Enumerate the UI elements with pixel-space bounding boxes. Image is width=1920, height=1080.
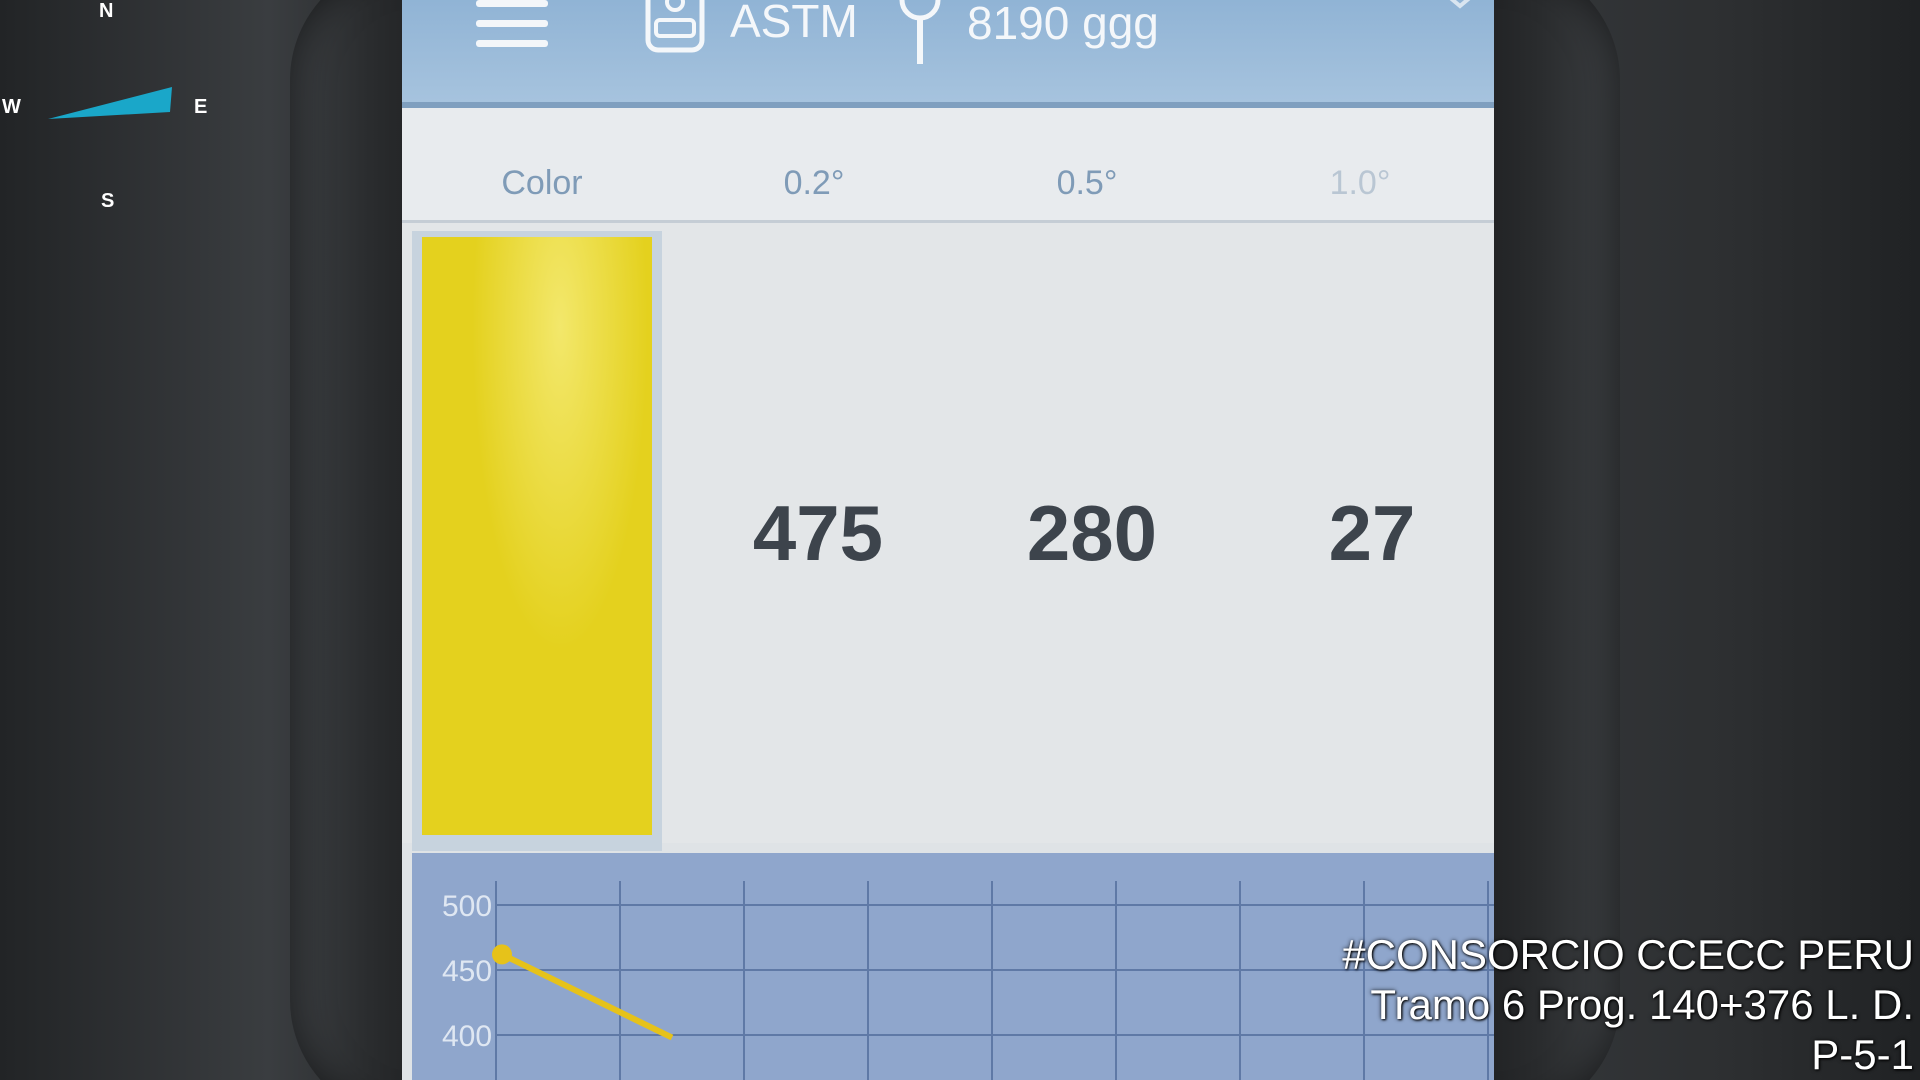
reading-0.5: 280 [1026, 489, 1158, 577]
device-screen: ASTM 8190 ggg Color 0.2° 0.5° 1.0° 475 2… [402, 0, 1494, 1080]
geometry-icon [899, 0, 941, 64]
column-header-0.5: 0.5° [1056, 164, 1118, 202]
watermark-line-code: P-5-1 [1811, 1031, 1914, 1078]
chart-ytick-label: 450 [442, 955, 492, 988]
chart-data-point [492, 944, 512, 965]
trend-chart-svg: 500 450 400 [442, 881, 1494, 1080]
geometry-label: 8190 ggg [967, 0, 1159, 49]
device-icon [645, 0, 705, 53]
top-bar: ASTM 8190 ggg [402, 0, 1494, 108]
column-header-color: Color [501, 164, 583, 202]
chart-ytick-label: 500 [442, 890, 492, 923]
photo-scene: ASTM 8190 ggg Color 0.2° 0.5° 1.0° 475 2… [0, 0, 1920, 1080]
chart-series-line [500, 951, 674, 1041]
menu-icon[interactable] [476, 0, 548, 48]
compass-needle-icon [48, 87, 172, 119]
column-header-0.2: 0.2° [783, 164, 845, 202]
color-swatch [422, 237, 652, 835]
mode-label: ASTM [730, 0, 858, 47]
column-header-row: Color 0.2° 0.5° 1.0° [402, 108, 1494, 223]
reading-1.0: 27 [1328, 489, 1416, 577]
compass: N E S W [0, 0, 220, 220]
watermark-line-company: #CONSORCIO CCECC PERU [1342, 931, 1914, 978]
column-header-1.0: 1.0° [1329, 164, 1391, 202]
chart-ytick-label: 400 [442, 1020, 492, 1053]
reading-0.2: 475 [752, 489, 884, 577]
photo-watermark: #CONSORCIO CCECC PERU Tramo 6 Prog. 140+… [1342, 930, 1914, 1080]
chevron-down-icon[interactable] [1446, 0, 1474, 14]
reading-panel: 475 280 27 [402, 223, 1494, 851]
watermark-line-location: Tramo 6 Prog. 140+376 L. D. [1370, 981, 1914, 1028]
trend-chart: 500 450 400 [412, 853, 1494, 1080]
